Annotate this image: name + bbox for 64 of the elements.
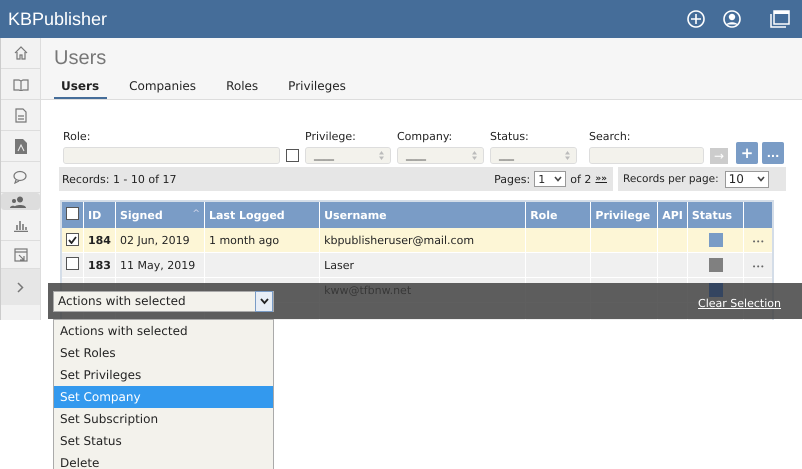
- tab[interactable]: Users: [54, 79, 108, 99]
- actions-select[interactable]: Actions with selected: [53, 290, 274, 312]
- spinner-icon: [565, 151, 570, 160]
- dropdown-toggle[interactable]: [255, 290, 273, 312]
- filter-label: Company:: [397, 130, 454, 143]
- filter-label: Privilege:: [305, 130, 357, 143]
- filter-label: Search:: [589, 130, 632, 143]
- row-checkbox[interactable]: [66, 233, 79, 246]
- chart-icon: [14, 218, 28, 232]
- chevron-down-icon: [554, 176, 562, 182]
- table-cell: 184: [84, 228, 116, 252]
- add-icon[interactable]: [686, 9, 706, 29]
- row-checkbox[interactable]: [66, 257, 79, 270]
- user-icon[interactable]: [722, 9, 742, 29]
- file-icon: [14, 138, 26, 154]
- users-icon: [10, 196, 26, 208]
- table-cell: kbpublisheruser@mail.com: [320, 228, 526, 252]
- next-page-link[interactable]: »»: [595, 174, 607, 184]
- table-cell: 02 Jun, 2019: [115, 228, 204, 252]
- tab[interactable]: Roles: [219, 79, 266, 99]
- column-heading: Signed: [120, 208, 163, 222]
- dropdown-option[interactable]: Set Privileges: [54, 364, 273, 386]
- filter-label: Status:: [490, 130, 530, 143]
- tab[interactable]: Companies: [122, 79, 204, 99]
- sidebar-item[interactable]: [1, 193, 40, 210]
- page-select[interactable]: 1: [534, 171, 566, 187]
- select-all-checkbox[interactable]: [66, 207, 79, 220]
- export-icon: [14, 248, 28, 262]
- sort-indicator: ^: [192, 208, 200, 220]
- spinner-icon: [379, 151, 384, 160]
- filter-select[interactable]: ___: [490, 147, 577, 164]
- page-count: of 2: [570, 172, 592, 186]
- home-icon: [14, 46, 28, 60]
- table-cell: Laser: [320, 252, 526, 278]
- book-icon: [12, 78, 28, 90]
- dropdown-option[interactable]: Set Subscription: [54, 408, 273, 430]
- page-title: Users: [54, 47, 108, 70]
- table-cell: 11 May, 2019: [115, 252, 204, 278]
- table-cell: 1 month ago: [204, 228, 320, 252]
- records-count: Records: 1 - 10 of 17: [62, 172, 176, 186]
- role-field[interactable]: [63, 147, 280, 164]
- dropdown-option[interactable]: Actions with selected: [54, 320, 273, 342]
- filter-label: Role:: [63, 130, 92, 143]
- chevron-down-icon: [260, 298, 268, 304]
- window-icon[interactable]: [770, 10, 790, 28]
- filter-select[interactable]: ____: [305, 147, 391, 164]
- filter-select[interactable]: ____: [397, 147, 484, 164]
- spinner-icon: [472, 151, 477, 160]
- checkbox[interactable]: [286, 149, 299, 162]
- app-title: KBPublisher: [8, 8, 108, 30]
- search-field[interactable]: [589, 147, 704, 164]
- per-page-label: Records per page:: [623, 173, 719, 185]
- chevron-down-icon: [756, 176, 765, 182]
- pages-label: Pages:: [494, 172, 530, 186]
- dropdown-option[interactable]: Set Roles: [54, 342, 273, 364]
- chevron-right-icon: [17, 282, 24, 292]
- clear-selection-link[interactable]: Clear Selection: [698, 296, 781, 310]
- per-page-select[interactable]: 10: [724, 170, 769, 188]
- dropdown-option[interactable]: Delete: [54, 452, 273, 469]
- dropdown-option[interactable]: Set Status: [54, 430, 273, 452]
- chat-icon: [12, 170, 28, 184]
- table-cell: 183: [84, 252, 116, 278]
- tab[interactable]: Privileges: [281, 79, 354, 99]
- document-icon: [14, 108, 26, 122]
